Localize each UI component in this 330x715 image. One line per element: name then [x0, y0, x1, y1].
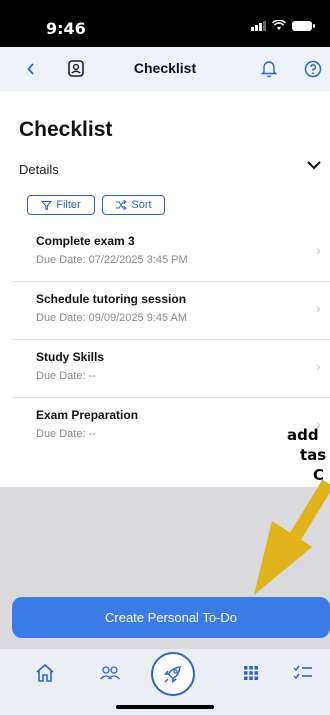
chevron-right-icon: › [316, 300, 321, 316]
filter-button[interactable]: Filter [27, 195, 95, 215]
details-label[interactable]: Details [19, 162, 59, 177]
checklist-content: Checklist Details Filter Sort Complete e… [0, 91, 330, 487]
signal-icon [251, 20, 266, 31]
task-title: Schedule tutoring session [36, 292, 187, 306]
grid-icon [244, 666, 258, 680]
tab-bar [0, 649, 330, 715]
shuffle-icon [116, 200, 128, 210]
chevron-down-icon[interactable] [306, 158, 322, 176]
task-item[interactable]: Exam Preparation Due Date: -- › [0, 398, 330, 456]
task-item[interactable]: Study Skills Due Date: -- › [0, 340, 330, 398]
task-due-date: Due Date: -- [36, 428, 96, 440]
task-title: Exam Preparation [36, 408, 139, 422]
rocket-icon [163, 666, 181, 684]
page-title: Checklist [19, 118, 113, 141]
sort-button[interactable]: Sort [102, 195, 165, 215]
tab-checklist[interactable] [288, 659, 318, 687]
status-icons [251, 20, 315, 31]
bell-icon[interactable] [260, 59, 278, 85]
task-title: Study Skills [36, 350, 105, 364]
create-personal-todo-button[interactable]: Create Personal To-Do [12, 597, 330, 638]
tab-apps[interactable] [236, 659, 266, 687]
help-icon[interactable] [304, 59, 322, 85]
home-indicator [116, 705, 214, 709]
annotation-arrow-icon [254, 479, 330, 595]
status-bar: 9:46 [0, 0, 330, 47]
chevron-right-icon: › [316, 242, 321, 258]
task-due-date: Due Date: 07/22/2025 3:45 PM [36, 254, 188, 266]
filter-icon [41, 200, 53, 210]
annotation-text-line1: add [287, 426, 319, 444]
filter-label: Filter [56, 199, 81, 211]
sort-label: Sort [131, 199, 152, 211]
nav-title: Checklist [133, 60, 197, 76]
tab-launch[interactable] [151, 652, 195, 696]
checklist-icon [293, 665, 312, 680]
people-icon [100, 666, 120, 680]
task-due-date: Due Date: -- [36, 370, 96, 382]
tab-people[interactable] [95, 659, 125, 687]
battery-icon [292, 20, 315, 31]
task-due-date: Due Date: 09/09/2025 9:45 AM [36, 312, 188, 324]
chevron-right-icon: › [316, 358, 321, 374]
wifi-icon [272, 20, 286, 30]
task-item[interactable]: Schedule tutoring session Due Date: 09/0… [0, 282, 330, 340]
task-title: Complete exam 3 [36, 234, 135, 248]
task-item[interactable]: Complete exam 3 Due Date: 07/22/2025 3:4… [0, 224, 330, 282]
tab-home[interactable] [30, 659, 60, 687]
status-time: 9:46 [46, 19, 86, 38]
nav-bar: Checklist [0, 47, 330, 91]
home-icon [36, 663, 54, 682]
